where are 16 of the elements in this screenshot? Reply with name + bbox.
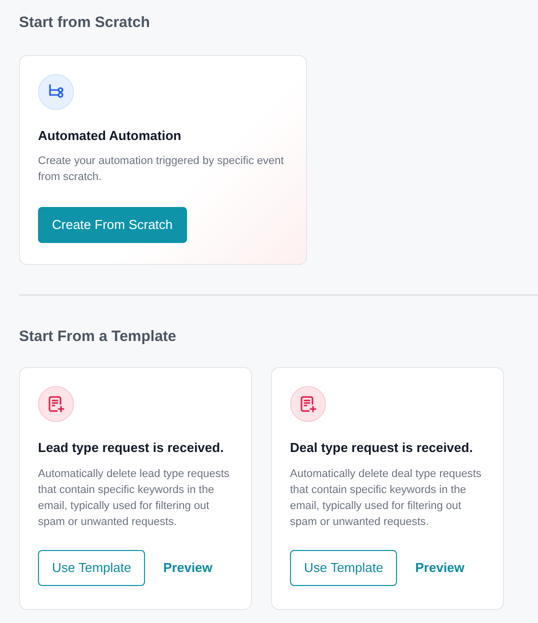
document-plus-icon [47,395,65,413]
card-description: Create your automation triggered by specific event from scratch. [38,154,285,185]
document-plus-icon [299,395,317,413]
use-template-button[interactable]: Use Template [38,550,146,586]
card-description: Automatically delete lead type requests that contain specific keywords in the email, typically used for filtering out spam or unwanted requests. [38,466,230,530]
create-from-scratch-button[interactable]: Create From Scratch [38,207,187,243]
card-description: Automatically delete deal type requests that contain specific keywords in the email, typically used for filtering out spam or unwanted requests. [290,466,482,530]
card-title: Deal type request is received. [290,439,474,457]
card-title: Lead type request is received. [38,439,225,457]
preview-link[interactable]: Preview [163,558,212,578]
card-title: Automated Automation [38,126,182,144]
section-heading: Start From a Template [19,326,178,346]
section-heading: Start from Scratch [19,13,151,33]
preview-link[interactable]: Preview [415,558,464,578]
branch-icon [47,82,65,100]
use-template-button[interactable]: Use Template [290,550,398,586]
